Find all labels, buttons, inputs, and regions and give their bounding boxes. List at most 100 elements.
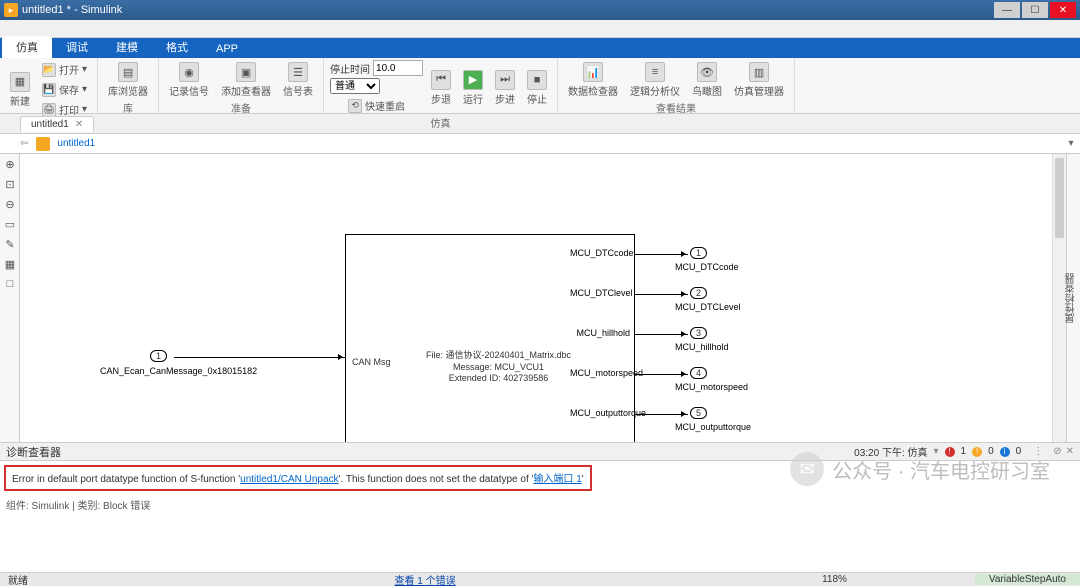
error-meta: 组件: Simulink | 类别: Block 错误	[4, 497, 1076, 512]
output-signal-label: MCU_DTClevel	[570, 288, 630, 298]
logic-analyzer-button[interactable]: ≡逻辑分析仪	[626, 60, 684, 100]
ribbon-sim-label: 仿真	[330, 115, 551, 130]
right-panel-strip[interactable]: 属性检查器	[1066, 154, 1080, 442]
diagnostic-body: Error in default port datatype function …	[0, 461, 1080, 572]
model-icon	[36, 137, 50, 151]
data-inspector-button[interactable]: 📊数据检查器	[564, 60, 622, 100]
ribbon-lib-group: ▤库浏览器 库	[98, 58, 159, 113]
output-signal-label: MCU_motorspeed	[570, 368, 630, 378]
outport-3[interactable]: 3	[690, 327, 707, 339]
outport-label: MCU_DTCcode	[675, 262, 739, 272]
birdseye-button[interactable]: 👁鸟瞰图	[688, 60, 726, 100]
sim-mode-select[interactable]: 普通	[330, 78, 380, 94]
diag-close-button[interactable]: ✕	[1066, 446, 1074, 457]
ribbon-review-label: 查看结果	[564, 100, 788, 115]
annotate-button[interactable]: ✎	[0, 234, 20, 254]
block-input-label: CAN Msg	[352, 357, 391, 367]
new-button[interactable]: ▦新建	[6, 70, 34, 110]
ribbon-sim-group: 停止时间 普通 ⟲快速重启 ⏮步退 ▶运行 ⏭步进 ■停止 仿真	[324, 58, 558, 113]
image-button[interactable]: ▦	[0, 254, 20, 274]
scrollbar-thumb[interactable]	[1055, 158, 1064, 238]
restart-icon: ⟲	[348, 99, 362, 113]
library-icon: ▤	[118, 62, 138, 82]
canvas-toolbar: ⊕ ⊡ ⊖ ▭ ✎ ▦ □	[0, 154, 20, 442]
sim-manager-button[interactable]: ▥仿真管理器	[730, 60, 788, 100]
error-count-icon[interactable]: !	[945, 447, 955, 457]
step-back-button[interactable]: ⏮步退	[427, 68, 455, 108]
diagnostic-header: 诊断查看器 03:20 下午: 仿真 ▾ !1 !0 i0 ⋮ ⊘ ✕	[0, 443, 1080, 461]
fit-button[interactable]: ⊡	[0, 174, 20, 194]
status-error-link[interactable]: 查看 1 个错误	[386, 572, 463, 587]
info-count-icon[interactable]: i	[1000, 447, 1010, 457]
ribbon-prep-group: ◉记录信号 ▣添加查看器 ☰信号表 准备	[159, 58, 324, 113]
property-inspector-label: 属性检查器	[1064, 273, 1079, 323]
fast-restart-button[interactable]: ⟲快速重启	[330, 96, 423, 115]
play-icon: ▶	[463, 70, 483, 90]
outport-label: MCU_outputtorque	[675, 422, 751, 432]
output-signal-label: MCU_hillhold	[570, 328, 630, 338]
status-zoom: 118%	[814, 574, 855, 585]
tab-model[interactable]: 建模	[102, 36, 152, 58]
output-signal-label: MCU_outputtorque	[570, 408, 630, 418]
close-button[interactable]: ✕	[1050, 2, 1076, 18]
breadcrumb-dropdown[interactable]: ▾	[1062, 138, 1080, 149]
tab-app[interactable]: APP	[202, 40, 252, 58]
inspector-icon: 📊	[583, 62, 603, 82]
stop-icon: ■	[527, 70, 547, 90]
back-button[interactable]: ⇦	[20, 138, 28, 149]
outport-2[interactable]: 2	[690, 287, 707, 299]
diag-collapse-button[interactable]: ⊘	[1053, 446, 1061, 457]
run-button[interactable]: ▶运行	[459, 68, 487, 108]
file-tab[interactable]: untitled1 ✕	[20, 116, 94, 132]
stepback-icon: ⏮	[431, 70, 451, 90]
log-icon: ◉	[179, 62, 199, 82]
signal-line-out	[635, 294, 688, 295]
ribbon-review-group: 📊数据检查器 ≡逻辑分析仪 👁鸟瞰图 ▥仿真管理器 查看结果	[558, 58, 795, 113]
zoom-out-button[interactable]: ⊖	[0, 194, 20, 214]
log-signal-button[interactable]: ◉记录信号	[165, 60, 213, 100]
zoom-in-button[interactable]: ⊕	[0, 154, 20, 174]
tab-debug[interactable]: 调试	[52, 36, 102, 58]
maximize-button[interactable]: ☐	[1022, 2, 1048, 18]
ribbon-lib-label: 库	[104, 100, 152, 115]
diag-time: 03:20 下午: 仿真	[854, 444, 927, 459]
add-viewer-button[interactable]: ▣添加查看器	[217, 60, 275, 100]
signal-line-out	[635, 254, 688, 255]
save-button[interactable]: 💾保存 ▾	[38, 80, 91, 99]
outport-4[interactable]: 4	[690, 367, 707, 379]
tab-sim[interactable]: 仿真	[2, 36, 52, 58]
inport-1-label: CAN_Ecan_CanMessage_0x18015182	[100, 366, 257, 376]
library-browser-button[interactable]: ▤库浏览器	[104, 60, 152, 100]
output-signal-label: MCU_DTCcode	[570, 248, 630, 258]
outport-5[interactable]: 5	[690, 407, 707, 419]
outport-1[interactable]: 1	[690, 247, 707, 259]
workspace: 模型浏览器 ⊕ ⊡ ⊖ ▭ ✎ ▦ □ CAN Msg File: 通信协议-2…	[0, 154, 1080, 442]
stoptime-input[interactable]	[373, 60, 423, 76]
print-icon: 🖨	[42, 103, 56, 117]
step-fwd-button[interactable]: ⏭步进	[491, 68, 519, 108]
open-icon: 📂	[42, 63, 56, 77]
file-tab-label: untitled1	[31, 119, 69, 130]
status-solver[interactable]: VariableStepAuto	[975, 574, 1080, 585]
warn-count-icon[interactable]: !	[972, 447, 982, 457]
area-button[interactable]: □	[0, 274, 20, 294]
stop-button[interactable]: ■停止	[523, 68, 551, 108]
tab-format[interactable]: 格式	[152, 36, 202, 58]
table-icon: ☰	[288, 62, 308, 82]
close-tab-icon[interactable]: ✕	[75, 119, 83, 130]
signal-table-button[interactable]: ☰信号表	[279, 60, 317, 100]
outport-label: MCU_hillhold	[675, 342, 729, 352]
signal-line-out	[635, 334, 688, 335]
error-link-block[interactable]: untitled1/CAN Unpack	[240, 474, 338, 485]
stoptime-label: 停止时间	[330, 61, 370, 76]
manager-icon: ▥	[749, 62, 769, 82]
window-titlebar: ▸ untitled1 * - Simulink — ☐ ✕	[0, 0, 1080, 20]
error-link-port[interactable]: 输入端口 1	[533, 474, 581, 485]
inport-1[interactable]: 1	[150, 350, 167, 362]
hide-button[interactable]: ▭	[0, 214, 20, 234]
breadcrumb-item[interactable]: untitled1	[53, 138, 99, 149]
viewer-icon: ▣	[236, 62, 256, 82]
minimize-button[interactable]: —	[994, 2, 1020, 18]
model-canvas[interactable]: CAN Msg File: 通信协议-20240401_Matrix.dbc M…	[20, 154, 1066, 442]
open-button[interactable]: 📂打开 ▾	[38, 60, 91, 79]
